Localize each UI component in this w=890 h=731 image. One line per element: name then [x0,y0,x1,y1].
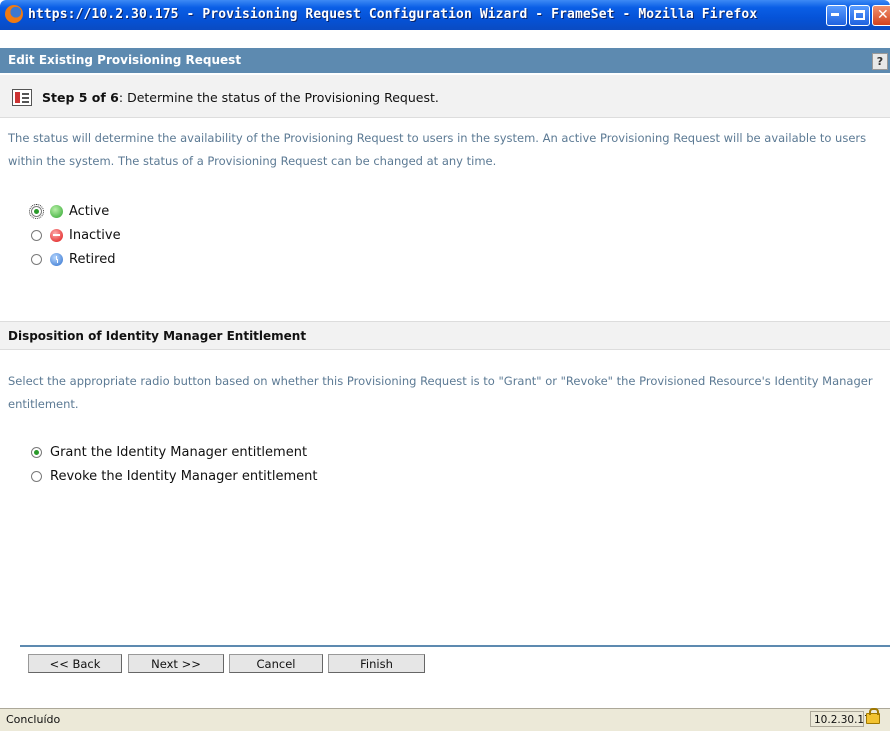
grant-label: Grant the Identity Manager entitlement [50,444,308,460]
wizard-title: Edit Existing Provisioning Request [8,53,242,67]
disposition-description: Select the appropriate radio button base… [8,374,873,411]
inactive-radio[interactable] [31,229,42,241]
revoke-label: Revoke the Identity Manager entitlement [50,468,318,484]
footer-divider [20,645,890,647]
retired-blue-icon [50,252,63,266]
minimize-icon [831,13,839,16]
status-text: Concluído [6,713,61,726]
minimize-button[interactable] [826,5,847,26]
cancel-button[interactable]: Cancel [229,654,323,673]
back-button[interactable]: << Back [28,654,122,673]
grant-radio[interactable] [31,446,42,458]
step-text: Step 5 of 6: Determine the status of the… [42,90,439,105]
grant-option[interactable]: Grant the Identity Manager entitlement [31,441,307,463]
inactive-red-icon [50,228,63,242]
status-bar: Concluído 10.2.30.175 [0,708,890,731]
close-button[interactable]: ✕ [872,5,890,26]
window-title: https://10.2.30.175 - Provisioning Reque… [28,7,758,22]
status-option-inactive[interactable]: Inactive [31,224,121,246]
status-ip: 10.2.30.175 [810,711,877,727]
active-green-icon [50,204,63,218]
finish-button[interactable]: Finish [328,654,425,673]
retired-label: Retired [69,251,116,267]
step-description: : Determine the status of the Provisioni… [118,90,439,105]
help-button[interactable]: ? [872,53,888,70]
next-button[interactable]: Next >> [128,654,224,673]
status-option-retired[interactable]: Retired [31,248,115,270]
revoke-radio[interactable] [31,470,42,482]
browser-window: https://10.2.30.175 - Provisioning Reque… [0,0,890,731]
maximize-button[interactable] [849,5,870,26]
active-label: Active [69,203,110,219]
disposition-section-header: Disposition of Identity Manager Entitlem… [0,321,890,350]
retired-radio[interactable] [31,253,42,265]
title-bar[interactable]: https://10.2.30.175 - Provisioning Reque… [0,0,890,30]
close-icon: ✕ [877,7,889,23]
revoke-option[interactable]: Revoke the Identity Manager entitlement [31,465,317,487]
maximize-icon [854,10,865,20]
status-description: The status will determine the availabili… [8,131,867,168]
wizard-header: Edit Existing Provisioning Request ? [0,48,890,73]
active-radio[interactable] [29,203,44,219]
step-label: Step 5 of 6 [42,90,119,105]
disposition-title: Disposition of Identity Manager Entitlem… [8,329,307,343]
step-indicator: Step 5 of 6: Determine the status of the… [0,75,890,118]
lock-icon[interactable] [866,708,880,724]
wizard-step-icon [12,89,32,106]
firefox-icon [5,5,23,23]
status-option-active[interactable]: Active [29,200,110,222]
inactive-label: Inactive [69,227,121,243]
